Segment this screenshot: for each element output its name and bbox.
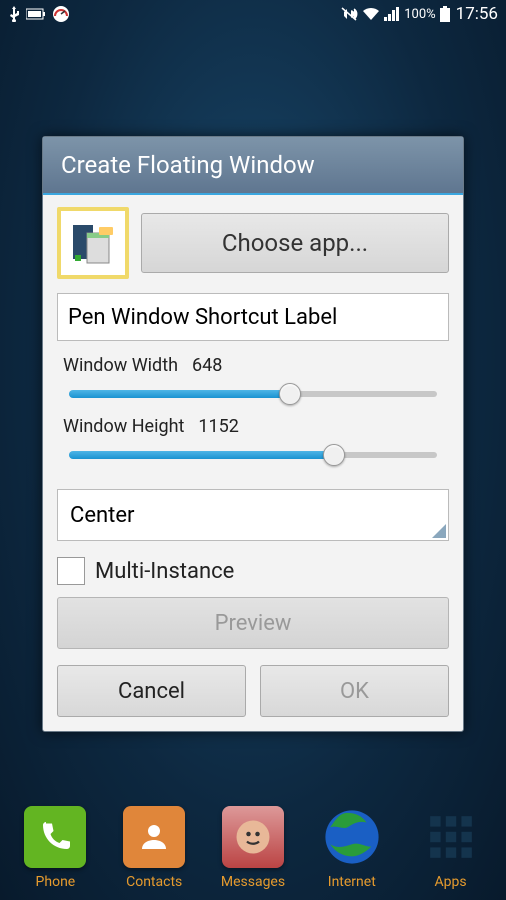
dock-label: Contacts bbox=[126, 874, 182, 890]
battery-small-icon bbox=[26, 7, 46, 21]
gauge-icon bbox=[52, 5, 70, 23]
internet-icon bbox=[321, 806, 383, 868]
window-width-label: Window Width bbox=[63, 355, 178, 376]
battery-icon bbox=[440, 6, 450, 22]
position-spinner[interactable]: Center bbox=[57, 489, 449, 541]
status-right: 100% 17:56 bbox=[340, 4, 498, 24]
battery-percent-text: 100% bbox=[404, 7, 435, 22]
app-preview-icon[interactable] bbox=[57, 207, 129, 279]
vibrate-icon bbox=[340, 6, 358, 22]
dock-label: Messages bbox=[221, 874, 285, 890]
dock-item-messages[interactable]: Messages bbox=[208, 806, 298, 890]
dock: Phone Contacts Messages Internet Apps bbox=[0, 806, 506, 894]
preview-button[interactable]: Preview bbox=[57, 597, 449, 649]
position-value: Center bbox=[70, 503, 134, 528]
clock-text: 17:56 bbox=[456, 4, 498, 24]
dock-item-apps[interactable]: Apps bbox=[406, 806, 496, 890]
multi-instance-label: Multi-Instance bbox=[95, 559, 234, 584]
dropdown-corner-icon bbox=[432, 524, 446, 538]
messages-icon bbox=[222, 806, 284, 868]
signal-icon bbox=[384, 7, 400, 21]
checkbox-box-icon bbox=[57, 557, 85, 585]
dialog-body: Choose app... Window Width 648 Window He… bbox=[43, 195, 463, 731]
multi-instance-checkbox[interactable]: Multi-Instance bbox=[57, 551, 449, 597]
window-height-label: Window Height bbox=[63, 416, 184, 437]
status-bar: 100% 17:56 bbox=[0, 0, 506, 28]
dock-item-contacts[interactable]: Contacts bbox=[109, 806, 199, 890]
contacts-icon bbox=[123, 806, 185, 868]
dock-item-phone[interactable]: Phone bbox=[10, 806, 100, 890]
choose-app-button[interactable]: Choose app... bbox=[141, 213, 449, 273]
ok-button[interactable]: OK bbox=[260, 665, 449, 717]
cancel-button[interactable]: Cancel bbox=[57, 665, 246, 717]
dock-label: Phone bbox=[36, 874, 76, 890]
usb-icon bbox=[8, 6, 20, 22]
window-height-value: 1152 bbox=[198, 416, 238, 437]
dock-label: Apps bbox=[435, 874, 467, 890]
shortcut-label-input[interactable] bbox=[57, 293, 449, 341]
window-width-slider[interactable] bbox=[69, 382, 437, 406]
window-width-value: 648 bbox=[192, 355, 222, 376]
dialog-title: Create Floating Window bbox=[43, 137, 463, 195]
apps-icon bbox=[420, 806, 482, 868]
dock-label: Internet bbox=[328, 874, 376, 890]
wifi-icon bbox=[362, 7, 380, 21]
phone-icon bbox=[24, 806, 86, 868]
create-floating-window-dialog: Create Floating Window Choose app... Win… bbox=[42, 136, 464, 732]
status-left bbox=[8, 5, 70, 23]
window-height-slider[interactable] bbox=[69, 443, 437, 467]
dock-item-internet[interactable]: Internet bbox=[307, 806, 397, 890]
